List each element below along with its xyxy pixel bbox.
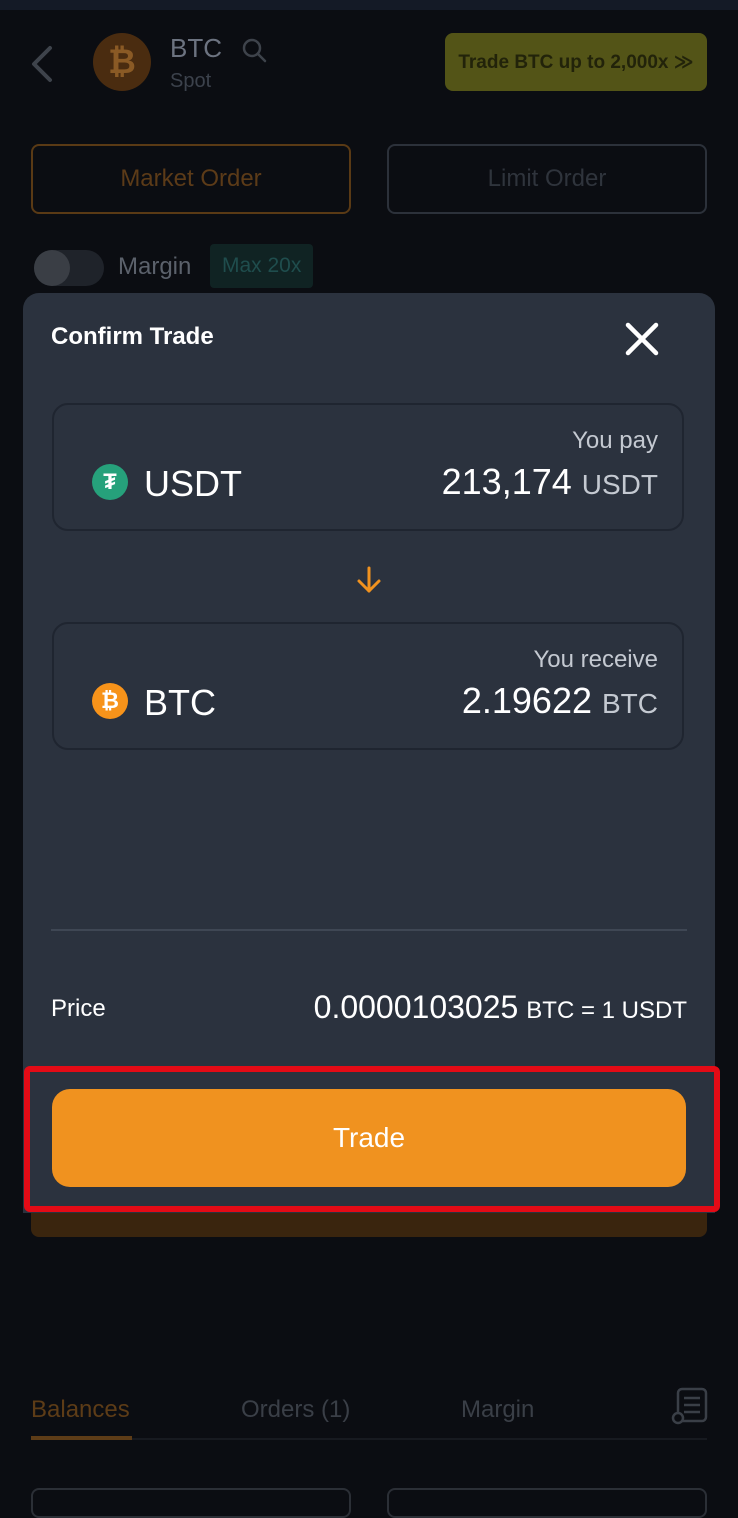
btc-icon: ₿ bbox=[92, 683, 128, 719]
modal-divider bbox=[51, 929, 687, 931]
price-value: 0.0000103025 bbox=[313, 989, 519, 1025]
receive-card: ₿ BTC You receive 2.19622 BTC bbox=[52, 622, 684, 750]
pay-amount: 213,174 bbox=[441, 461, 572, 502]
tab-balances[interactable]: Balances bbox=[31, 1396, 130, 1424]
arrow-down-icon bbox=[357, 566, 381, 593]
pay-card: ₮ USDT You pay 213,174 USDT bbox=[52, 403, 684, 531]
btc-coin-icon: ₿ bbox=[93, 33, 151, 91]
tab-divider bbox=[31, 1438, 707, 1440]
status-strip bbox=[0, 0, 738, 10]
receive-amount-row: 2.19622 BTC bbox=[462, 680, 658, 722]
price-row: 0.0000103025 BTC = 1 USDT bbox=[314, 989, 687, 1026]
pair-title[interactable]: BTC bbox=[170, 33, 222, 64]
receive-coin-name: BTC bbox=[144, 682, 216, 723]
modal-title: Confirm Trade bbox=[51, 323, 214, 350]
tab-limit-order[interactable]: Limit Order bbox=[387, 144, 707, 214]
receive-unit: BTC bbox=[602, 688, 658, 719]
market-type-label: Spot bbox=[170, 70, 212, 92]
trade-button[interactable]: Trade bbox=[52, 1089, 686, 1187]
margin-label: Margin bbox=[118, 253, 192, 280]
back-arrow-icon[interactable] bbox=[26, 44, 58, 84]
margin-toggle-knob bbox=[34, 250, 70, 286]
max-leverage-badge: Max 20x bbox=[210, 244, 314, 288]
receive-amount: 2.19622 bbox=[461, 680, 592, 721]
bottom-card-left bbox=[31, 1488, 351, 1518]
price-label: Price bbox=[51, 995, 106, 1022]
pay-coin-name: USDT bbox=[144, 463, 242, 504]
tab-margin[interactable]: Margin bbox=[461, 1396, 534, 1424]
active-tab-indicator bbox=[31, 1436, 132, 1440]
confirm-trade-modal: Confirm Trade ₮ USDT You pay 213,174 USD… bbox=[23, 293, 715, 1213]
usdt-icon: ₮ bbox=[92, 464, 128, 500]
pay-amount-row: 213,174 USDT bbox=[442, 461, 658, 503]
bottom-card-right bbox=[387, 1488, 707, 1518]
pay-label: You pay bbox=[572, 427, 658, 454]
pay-unit: USDT bbox=[581, 469, 658, 500]
tab-orders[interactable]: Orders (1) bbox=[241, 1396, 350, 1424]
tab-market-order[interactable]: Market Order bbox=[31, 144, 351, 214]
order-history-icon[interactable] bbox=[670, 1386, 710, 1426]
price-unit: BTC = 1 USDT bbox=[526, 997, 687, 1024]
receive-label: You receive bbox=[533, 646, 658, 673]
close-icon[interactable] bbox=[622, 319, 662, 359]
search-icon[interactable] bbox=[241, 37, 267, 63]
leverage-promo-button[interactable]: Trade BTC up to 2,000x ≫ bbox=[445, 33, 707, 91]
